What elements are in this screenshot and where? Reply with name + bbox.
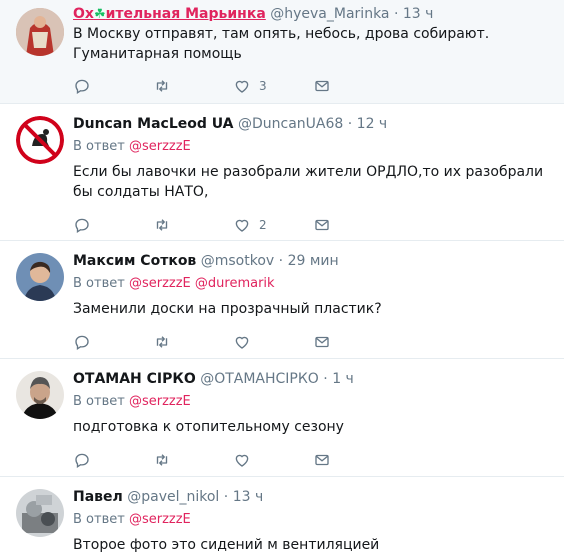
author-handle[interactable]: @msotkov [201,253,274,269]
tweet-header: Павел @pavel_nikol · 13 ч [73,487,263,507]
tweet-text: Второе фото это сидений м вентиляцией [73,537,380,553]
avatar[interactable] [16,8,64,56]
tweet-header: ОТАМАН СІРКО @ОТАМАНСІРКО · 1 ч [73,369,354,389]
avatar[interactable] [16,371,64,419]
like-count: 3 [259,79,267,93]
retweet-button[interactable] [153,215,171,235]
timestamp[interactable]: 13 ч [403,6,434,22]
reply-icon [73,216,91,234]
direct-message-button[interactable] [313,76,331,96]
like-icon [233,77,251,95]
reply-prefix: В ответ [73,394,125,409]
tweet-text: подготовка к отопительному сезону [73,419,344,435]
tweet-text: Если бы лавочки не разобрали жители ОРДЛ… [73,164,544,200]
reply-icon [73,451,91,469]
timestamp[interactable]: 13 ч [233,489,264,505]
tweet-header: Duncan MacLeod UA @DuncanUA68 · 12 ч [73,114,387,134]
like-button[interactable]: 3 [233,76,267,96]
tweet-actions [73,332,373,356]
reply-thread: Ох☘ительная Марьинка @hyeva_Marinka · 13… [0,0,564,559]
reply-prefix: В ответ [73,139,125,154]
reply-context: В ответ @serzzzE @duremarik [73,275,275,293]
direct-message-icon [313,451,331,469]
reply-icon [73,333,91,351]
retweet-button[interactable] [153,332,171,352]
author-name[interactable]: Ох☘ительная Марьинка [73,6,266,22]
separator: · [347,116,353,132]
tweet[interactable]: Максим Сотков @msotkov · 29 мин В ответ … [0,241,564,359]
like-icon [233,451,251,469]
tweet-text: Заменили доски на прозрачный пластик? [73,301,382,317]
avatar[interactable] [16,253,64,301]
timestamp[interactable]: 12 ч [357,116,388,132]
mention-link[interactable]: @duremarik [195,276,275,291]
direct-message-icon [313,216,331,234]
retweet-button[interactable] [153,76,171,96]
tweet[interactable]: Ох☘ительная Марьинка @hyeva_Marinka · 13… [0,0,564,104]
reply-button[interactable] [73,332,91,352]
mention-link[interactable]: @serzzzE [129,139,191,154]
like-button[interactable] [233,332,251,352]
author-handle[interactable]: @ОТАМАНСІРКО [200,371,319,387]
retweet-icon [153,216,171,234]
reply-context: В ответ @serzzzE [73,393,191,411]
mention-link[interactable]: @serzzzE [129,512,191,527]
tweet-text: В Москву отправят, там опять, небось, др… [73,26,490,62]
separator: · [393,6,399,22]
retweet-icon [153,77,171,95]
retweet-icon [153,333,171,351]
direct-message-button[interactable] [313,332,331,352]
like-count: 2 [259,218,267,232]
author-name[interactable]: Павел [73,489,123,505]
author-handle[interactable]: @DuncanUA68 [238,116,343,132]
timestamp[interactable]: 1 ч [332,371,354,387]
direct-message-button[interactable] [313,215,331,235]
tweet-header: Ох☘ительная Марьинка @hyeva_Marinka · 13… [73,4,433,24]
mention-link[interactable]: @serzzzE [129,394,191,409]
reply-prefix: В ответ [73,276,125,291]
author-name[interactable]: Duncan MacLeod UA [73,116,234,132]
author-handle[interactable]: @pavel_nikol [127,489,219,505]
author-name[interactable]: ОТАМАН СІРКО [73,371,196,387]
tweet-header: Максим Сотков @msotkov · 29 мин [73,251,339,271]
timestamp[interactable]: 29 мин [288,253,339,269]
like-button[interactable] [233,450,251,470]
retweet-button[interactable] [153,450,171,470]
direct-message-icon [313,77,331,95]
like-icon [233,333,251,351]
mention-link[interactable]: @serzzzE [129,276,191,291]
tweet[interactable]: Павел @pavel_nikol · 13 ч В ответ @serzz… [0,477,564,559]
direct-message-icon [313,333,331,351]
reply-icon [73,77,91,95]
reply-button[interactable] [73,450,91,470]
separator: · [223,489,229,505]
separator: · [323,371,328,387]
like-button[interactable]: 2 [233,215,267,235]
separator: · [278,253,284,269]
reply-button[interactable] [73,76,91,96]
author-name[interactable]: Максим Сотков [73,253,196,269]
reply-context: В ответ @serzzzE [73,511,191,529]
direct-message-button[interactable] [313,450,331,470]
retweet-icon [153,451,171,469]
avatar[interactable] [16,116,64,164]
tweet-actions [73,450,373,474]
clover-emoji-icon: ☘ [93,7,106,22]
tweet[interactable]: ОТАМАН СІРКО @ОТАМАНСІРКО · 1 ч В ответ … [0,359,564,477]
tweet[interactable]: Duncan MacLeod UA @DuncanUA68 · 12 ч В о… [0,104,564,241]
reply-button[interactable] [73,215,91,235]
tweet-actions: 3 [73,76,373,100]
reply-prefix: В ответ [73,512,125,527]
reply-context: В ответ @serzzzE [73,138,191,156]
tweet-actions: 2 [73,215,373,239]
author-handle[interactable]: @hyeva_Marinka [270,6,389,22]
like-icon [233,216,251,234]
avatar[interactable] [16,489,64,537]
